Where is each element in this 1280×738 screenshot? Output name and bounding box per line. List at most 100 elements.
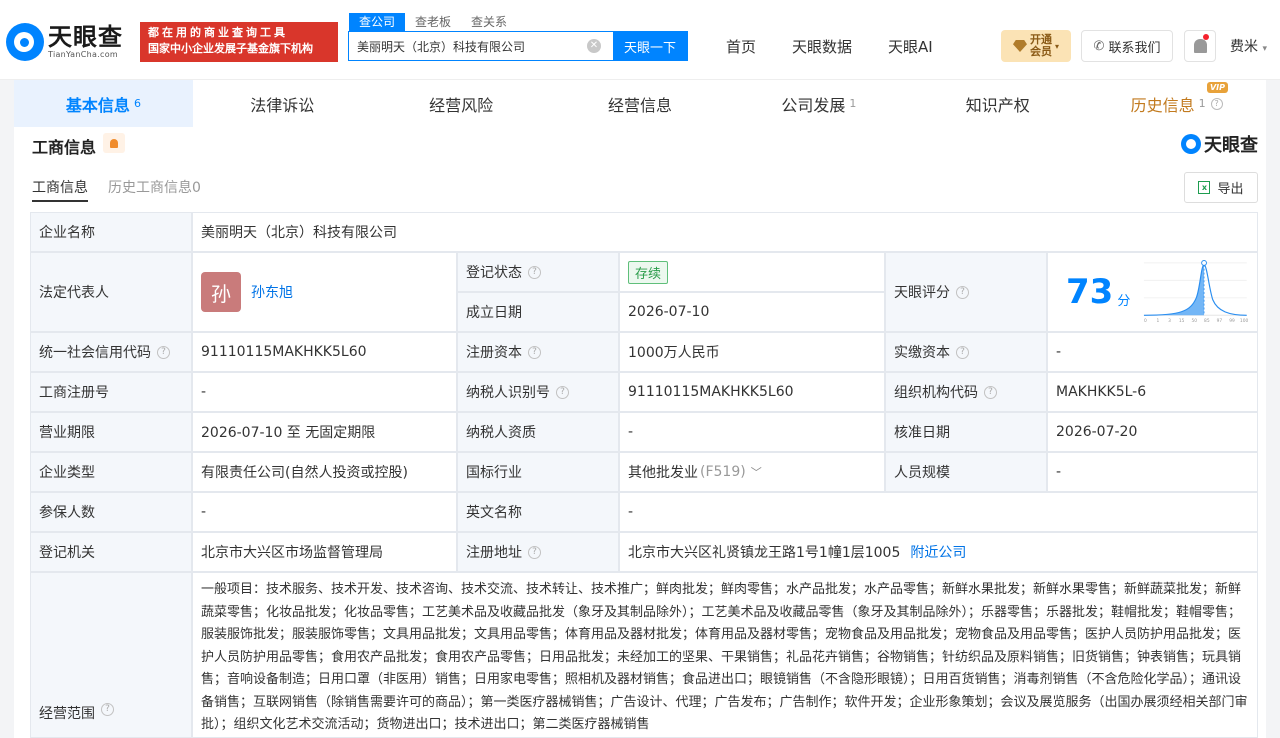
nav-data[interactable]: 天眼数据 [792,36,852,57]
notification-button[interactable] [1184,30,1216,62]
label-company-name: 企业名称 [30,212,192,252]
help-icon[interactable]: ? [157,345,170,359]
nav-ai[interactable]: 天眼AI [888,36,933,57]
tab-search-relation[interactable]: 查关系 [461,13,517,31]
subtab-business-info[interactable]: 工商信息 [32,177,88,202]
help-icon[interactable]: ? [1210,97,1223,110]
tab-risk[interactable]: 经营风险 [372,80,551,127]
help-icon[interactable]: ? [956,285,969,299]
tab-lawsuits[interactable]: 法律诉讼 [193,80,372,127]
top-nav: 首页 天眼数据 天眼AI [726,36,933,57]
diamond-icon [1012,40,1027,52]
subtab-history-business-info[interactable]: 历史工商信息0 [108,177,201,197]
axis-tick: 100 [1240,318,1249,324]
logo-domain: TianYanCha.com [48,50,118,59]
top-header: 天眼查 TianYanCha.com 都在用的商业查询工具 国家中小企业发展子基… [0,0,1280,80]
contact-label: 联系我们 [1108,40,1161,56]
tab-search-boss[interactable]: 查老板 [405,13,461,31]
nav-home[interactable]: 首页 [726,36,756,57]
help-icon[interactable]: ? [528,345,541,359]
label-reg-capital: 注册资本? [457,332,619,372]
value-paid-capital: - [1047,332,1258,372]
value-english-name: - [619,492,1258,532]
user-name: 费米 [1230,39,1258,55]
logo-text: 天眼查 [48,23,123,51]
label-authority: 登记机关 [30,532,192,572]
value-reg-capital: 1000万人民币 [619,332,885,372]
brand-text: 天眼查 [1204,135,1258,156]
label-scope: 经营范围? [30,572,192,738]
vip-tag: VIP [1206,82,1229,93]
contact-button[interactable]: ✆ 联系我们 [1081,30,1173,62]
help-icon[interactable]: ? [528,265,541,279]
label-term: 营业期限 [30,412,192,452]
label-reg-status: 登记状态? [457,252,619,292]
value-company-name: 美丽明天（北京）科技有限公司 [192,212,1258,252]
score-value: 73 [1066,272,1114,312]
tab-development[interactable]: 公司发展 1 [729,80,908,127]
subscribe-bell-icon[interactable] [103,133,125,153]
tab-basic-info[interactable]: 基本信息 6 [14,80,193,127]
user-menu[interactable]: 费米 ▾ [1230,36,1267,56]
axis-tick: 85 [1204,318,1210,324]
excel-icon: x [1198,181,1211,194]
chevron-down-icon: ▾ [1262,44,1267,54]
help-icon[interactable]: ? [984,385,997,399]
label-english-name: 英文名称 [457,492,619,532]
export-button[interactable]: x 导出 [1184,172,1258,203]
avatar[interactable]: 孙 [201,272,241,312]
value-reg-status: 存续 [619,252,885,292]
label-reg-no: 工商注册号 [30,372,192,412]
clear-icon[interactable]: ✕ [587,39,601,53]
axis-tick: 0 [1144,318,1147,324]
help-icon[interactable]: ? [101,703,114,716]
axis-tick: 99 [1230,318,1236,324]
search-input[interactable] [349,32,583,60]
value-score[interactable]: 73 分 0 1 3 15 50 85 97 99 100 [1047,252,1258,332]
card-title: 工商信息 [32,138,97,157]
bell-icon [1193,39,1207,53]
industry-code: (F519) [700,464,746,480]
value-address: 北京市大兴区礼贤镇龙王路1号1幢1层1005 附近公司 [619,532,1258,572]
tab-search-company[interactable]: 查公司 [349,13,406,31]
label-credit-code: 统一社会信用代码? [30,332,192,372]
eye-logo-icon [1181,134,1201,154]
label-staff: 人员规模 [885,452,1047,492]
tab-ip[interactable]: 知识产权 [908,80,1087,127]
value-industry[interactable]: 其他批发业 (F519) ﹀ [619,452,885,492]
label-industry: 国标行业 [457,452,619,492]
value-approve-date: 2026-07-20 [1047,412,1258,452]
value-taxpayer-id: 91110115MAKHKK5L60 [619,372,885,412]
info-table: 企业名称 美丽明天（北京）科技有限公司 法定代表人 孙 孙东旭 登记状态? 存续… [30,212,1258,738]
label-score: 天眼评分? [885,252,1047,332]
label-insured: 参保人数 [30,492,192,532]
search-button[interactable]: 天眼一下 [613,32,687,60]
value-credit-code: 91110115MAKHKK5L60 [192,332,457,372]
axis-tick: 97 [1217,318,1223,324]
site-logo[interactable]: 天眼查 TianYanCha.com [6,20,134,64]
value-org-code: MAKHKK5L-6 [1047,372,1258,412]
legal-rep-link[interactable]: 孙东旭 [251,282,293,302]
axis-tick: 3 [1169,318,1172,324]
chevron-down-icon[interactable]: ﹀ [751,464,762,480]
search-box: ✕ 天眼一下 [348,31,688,61]
tab-history[interactable]: 历史信息 1 ? VIP [1087,80,1266,127]
help-icon[interactable]: ? [528,545,541,559]
slogan-line-1: 都在用的商业查询工具 [148,26,288,39]
value-legal-rep: 孙 孙东旭 [192,252,457,332]
search-tabs: 查公司 查老板 查关系 [349,13,517,31]
help-icon[interactable]: ? [556,385,569,399]
axis-tick: 15 [1179,318,1185,324]
tab-operations[interactable]: 经营信息 [551,80,730,127]
vip-label-2: 会员 [1029,45,1052,58]
vip-button[interactable]: 开通 会员 ▾ [1001,30,1071,62]
value-staff: - [1047,452,1258,492]
section-nav: 基本信息 6 法律诉讼 经营风险 经营信息 公司发展 1 知识产权 历史信息 1 ? … [14,80,1266,127]
value-term: 2026-07-10 至 无固定期限 [192,412,457,452]
notification-dot [1203,34,1209,40]
help-icon[interactable]: ? [956,345,969,359]
label-company-type: 企业类型 [30,452,192,492]
nearby-companies-link[interactable]: 附近公司 [910,542,966,562]
value-scope: 一般项目：技术服务、技术开发、技术咨询、技术交流、技术转让、技术推广；鲜肉批发；… [192,572,1258,738]
label-taxpayer-id: 纳税人识别号? [457,372,619,412]
